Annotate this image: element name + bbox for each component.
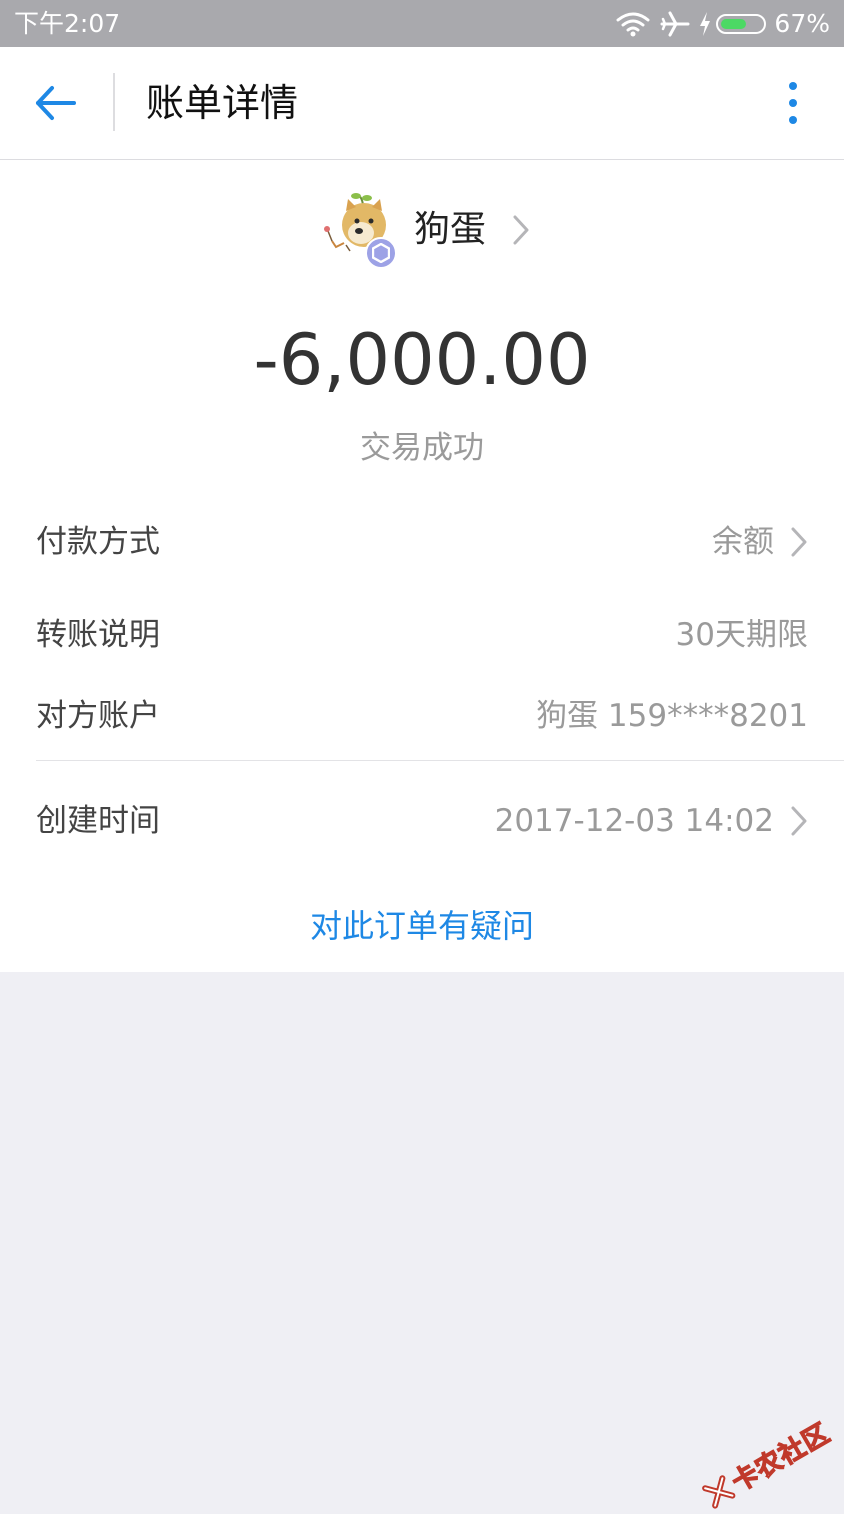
app-bar-divider [113, 73, 115, 131]
watermark: 卡农社区 [698, 1413, 836, 1514]
row-value-text: 狗蛋 159****8201 [536, 698, 808, 734]
payee-name: 狗蛋 [414, 209, 487, 250]
transaction-amount: -6,000.00 [253, 319, 591, 401]
section-divider [36, 760, 844, 761]
back-button[interactable] [30, 79, 80, 127]
chevron-right-icon [791, 806, 807, 836]
chevron-right-icon [791, 527, 807, 557]
row-counterparty-account: 对方账户 狗蛋 159****8201 [36, 688, 808, 744]
row-transfer-note: 转账说明 30天期限 [36, 607, 808, 663]
page-title: 账单详情 [146, 81, 299, 125]
row-value-text: 余额 [712, 524, 774, 560]
row-label: 对方账户 [36, 698, 160, 734]
row-label: 转账说明 [36, 617, 160, 653]
status-icons: 67% [616, 7, 830, 41]
row-value-text: 2017-12-03 14:02 [494, 803, 774, 839]
arrow-left-icon [36, 86, 76, 120]
row-value: 30天期限 [676, 613, 808, 657]
app-bar: 账单详情 [0, 47, 844, 160]
row-value: 余额 [712, 520, 808, 564]
battery-icon [716, 14, 767, 34]
row-label: 创建时间 [36, 803, 160, 839]
payee-link[interactable]: 狗蛋 [318, 192, 530, 269]
charging-icon [698, 11, 712, 37]
order-question-link[interactable]: 对此订单有疑问 [0, 902, 844, 950]
hexagon-badge-icon [365, 237, 397, 269]
airplane-icon [660, 10, 690, 38]
chevron-right-icon [513, 215, 529, 245]
row-label: 付款方式 [36, 524, 160, 560]
bill-detail-card: 狗蛋 -6,000.00 交易成功 付款方式 余额 转账说明 30天期限 对方账… [0, 160, 844, 972]
row-creation-time[interactable]: 创建时间 2017-12-03 14:02 [36, 793, 808, 849]
battery-percent: 67% [774, 9, 830, 38]
row-value: 狗蛋 159****8201 [536, 694, 808, 738]
status-bar: 下午2:07 67% [0, 0, 844, 47]
wifi-icon [616, 11, 650, 37]
battery-level [721, 19, 747, 29]
doge-avatar [318, 193, 398, 269]
row-payment-method[interactable]: 付款方式 余额 [36, 514, 808, 570]
row-value: 2017-12-03 14:02 [495, 799, 808, 843]
watermark-text: 卡农社区 [726, 1418, 836, 1499]
transaction-status: 交易成功 [360, 430, 484, 466]
status-time: 下午2:07 [14, 9, 121, 38]
more-button[interactable] [778, 79, 808, 127]
row-value-text: 30天期限 [675, 617, 808, 653]
more-vertical-icon [789, 82, 797, 124]
